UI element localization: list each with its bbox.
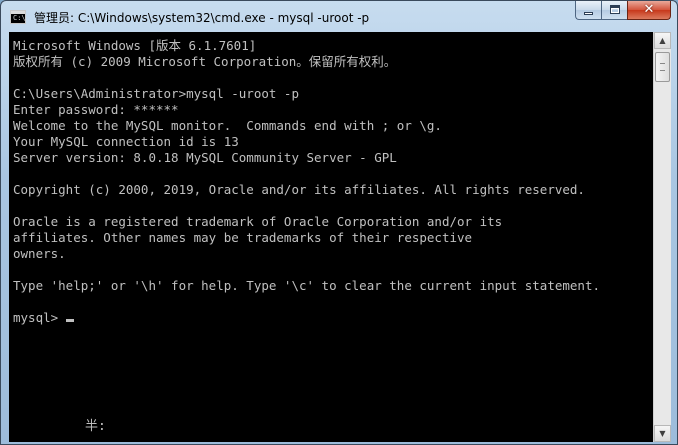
scroll-down-arrow-icon[interactable]: ▼ <box>654 425 671 442</box>
console-line: affiliates. Other names may be trademark… <box>13 230 473 245</box>
console-line: Copyright (c) 2000, 2019, Oracle and/or … <box>13 182 585 197</box>
console-line: Enter password: ****** <box>13 102 179 117</box>
console-line: owners. <box>13 246 66 261</box>
close-button[interactable]: ✕ <box>627 1 671 20</box>
console-text: Microsoft Windows [版本 6.1.7601] 版权所有 (c) … <box>13 38 600 326</box>
vertical-scrollbar[interactable]: ▲ ▼ <box>653 32 671 442</box>
scroll-thumb[interactable] <box>655 52 670 82</box>
console-line: C:\Users\Administrator>mysql -uroot -p <box>13 86 299 101</box>
console-line: Welcome to the MySQL monitor. Commands e… <box>13 118 442 133</box>
ime-status-indicator: 半: <box>85 419 106 434</box>
title-bar[interactable]: C:\ 管理员: C:\Windows\system32\cmd.exe - m… <box>1 1 677 35</box>
mysql-prompt: mysql> <box>13 310 66 325</box>
scroll-up-arrow-icon[interactable]: ▲ <box>654 32 671 49</box>
mysql-prompt-line[interactable]: mysql> <box>13 310 600 326</box>
console-line: Your MySQL connection id is 13 <box>13 134 239 149</box>
maximize-button[interactable] <box>601 1 627 20</box>
window-title: 管理员: C:\Windows\system32\cmd.exe - mysql… <box>34 11 370 25</box>
cmd-icon-glyph: C:\ <box>13 14 26 22</box>
close-icon: ✕ <box>643 2 655 17</box>
console-line: Server version: 8.0.18 MySQL Community S… <box>13 150 397 165</box>
window-frame-right <box>671 32 677 444</box>
cmd-window: C:\ 管理员: C:\Windows\system32\cmd.exe - m… <box>0 0 678 445</box>
minimize-button[interactable] <box>575 1 601 20</box>
caption-buttons: ✕ <box>575 1 671 21</box>
cmd-console-icon[interactable]: C:\ <box>10 10 26 24</box>
console-line: Microsoft Windows [版本 6.1.7601] <box>13 38 257 53</box>
console-line: 版权所有 (c) 2009 Microsoft Corporation。保留所有… <box>13 54 397 69</box>
maximize-icon <box>610 5 620 14</box>
text-cursor <box>65 319 74 322</box>
minimize-icon <box>584 12 593 15</box>
console-output-area[interactable]: Microsoft Windows [版本 6.1.7601] 版权所有 (c) … <box>9 32 653 442</box>
console-line: Oracle is a registered trademark of Orac… <box>13 214 503 229</box>
console-line: Type 'help;' or '\h' for help. Type '\c'… <box>13 278 600 293</box>
